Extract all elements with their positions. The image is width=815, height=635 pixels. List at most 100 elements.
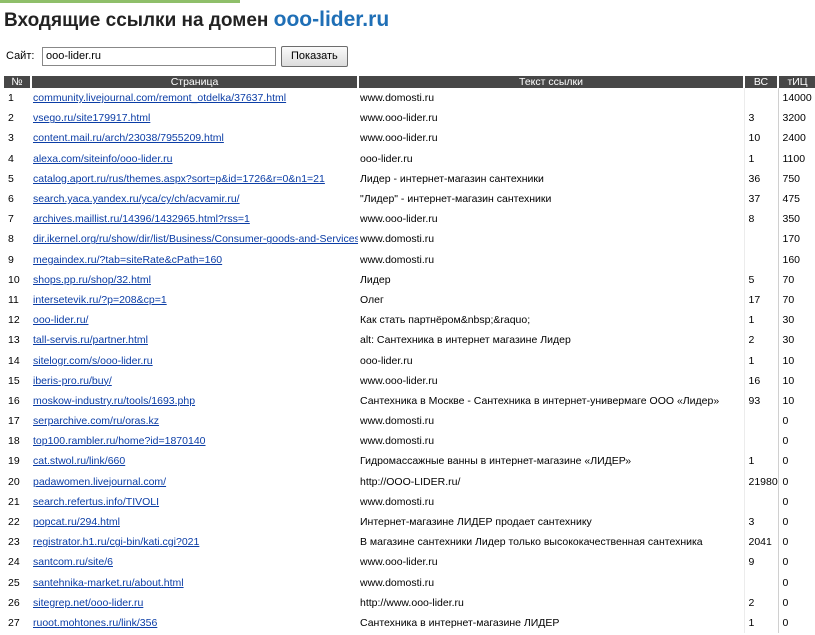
bc-cell: 2 <box>743 330 778 351</box>
table-row: 27 ruoot.mohtones.ru/link/356 Сантехника в… <box>4 612 815 634</box>
page-link[interactable]: megaindex.ru/?tab=siteRate&cPath=160 <box>33 254 222 266</box>
table-row: 3 content.mail.ru/arch/23038/7955209.html… <box>4 128 815 149</box>
site-label: Сайт: <box>6 50 35 62</box>
tic-cell: 0 <box>777 552 815 573</box>
table-row: 10 shops.pp.ru/shop/32.html Лидер 5 70 <box>4 269 815 290</box>
table-row: 1 community.livejournal.com/remont_otdelk… <box>4 88 815 109</box>
page-link[interactable]: archives.maillist.ru/14396/1432965.html?… <box>33 213 250 225</box>
bc-cell <box>743 431 778 452</box>
page-link[interactable]: ooo-lider.ru/ <box>33 314 88 326</box>
page-link[interactable]: shops.pp.ru/shop/32.html <box>33 274 151 286</box>
tic-cell: 0 <box>777 612 815 634</box>
tic-cell: 2400 <box>777 128 815 149</box>
page-link[interactable]: santehnika-market.ru/about.html <box>33 577 184 589</box>
table-row: 12 ooo-lider.ru/Как стать партнёром&nbsp;… <box>4 310 815 331</box>
table-row: 5 catalog.aport.ru/rus/themes.aspx?sort=p… <box>4 168 815 189</box>
page-cell: ooo-lider.ru/ <box>31 310 358 330</box>
show-button[interactable]: Показать <box>281 45 348 67</box>
page-cell: megaindex.ru/?tab=siteRate&cPath=160 <box>31 250 358 270</box>
bc-cell <box>743 411 778 432</box>
bc-cell: 21980 <box>743 471 778 492</box>
site-input[interactable] <box>42 46 276 66</box>
top-accent-strip <box>0 0 240 3</box>
link-text-cell: Как стать партнёром&nbsp;&raquo; <box>360 314 531 327</box>
link-text-cell: Сантехника в Москве - Сантехника в интер… <box>360 394 720 407</box>
page-link[interactable]: search.yaca.yandex.ru/yca/cy/ch/acvamir.… <box>33 193 240 205</box>
page-link[interactable]: popcat.ru/294.html <box>33 516 120 528</box>
tic-cell: 70 <box>777 289 815 311</box>
row-number: 25 <box>8 576 20 589</box>
table-row: 8 dir.ikernel.org/ru/show/dir/list/Busine… <box>4 229 815 250</box>
page-cell: top100.rambler.ru/home?id=1870140 <box>31 431 358 451</box>
page-link[interactable]: dir.ikernel.org/ru/show/dir/list/Busines… <box>33 233 358 245</box>
link-text-cell: www.ooo-lider.ru <box>360 213 438 226</box>
column-header-bc[interactable]: ВС <box>744 76 779 88</box>
link-text-cell: www.domosti.ru <box>360 435 435 448</box>
tic-cell: 160 <box>777 249 815 270</box>
backlinks-table: № Страница Текст ссылки ВС тИЦ 1 communit… <box>4 76 815 634</box>
tic-cell: 14000 <box>777 88 815 109</box>
page-cell: search.refertus.info/TIVOLI <box>31 492 358 512</box>
page-cell: ruoot.mohtones.ru/link/356 <box>31 613 358 633</box>
bc-cell: 10 <box>743 128 778 149</box>
bc-cell: 3 <box>743 511 778 533</box>
row-number: 17 <box>8 415 20 428</box>
row-number: 22 <box>8 516 20 529</box>
page-cell: sitegrep.net/ooo-lider.ru <box>31 593 358 613</box>
page-link[interactable]: intersetevik.ru/?p=208&cp=1 <box>33 294 167 306</box>
column-header-tic[interactable]: тИЦ <box>778 76 815 88</box>
column-header-link-text[interactable]: Текст ссылки <box>358 76 745 88</box>
page-link[interactable]: vsego.ru/site179917.html <box>33 112 150 124</box>
page-link[interactable]: cat.stwol.ru/link/660 <box>33 455 125 467</box>
page-cell: intersetevik.ru/?p=208&cp=1 <box>31 290 358 310</box>
page-link[interactable]: community.livejournal.com/remont_otdelka… <box>33 92 286 104</box>
tic-cell: 0 <box>777 532 815 553</box>
tic-cell: 0 <box>777 431 815 452</box>
page-link[interactable]: top100.rambler.ru/home?id=1870140 <box>33 435 206 447</box>
table-row: 21 search.refertus.info/TIVOLI www.domosti… <box>4 491 815 512</box>
page-link[interactable]: ruoot.mohtones.ru/link/356 <box>33 617 157 629</box>
table-row: 7 archives.maillist.ru/14396/1432965.html… <box>4 209 815 230</box>
bc-cell: 2041 <box>743 532 778 553</box>
tic-cell: 750 <box>777 168 815 189</box>
page-link[interactable]: tall-servis.ru/partner.html <box>33 334 148 346</box>
page-link[interactable]: serparchive.com/ru/oras.kz <box>33 415 159 427</box>
page-link[interactable]: search.refertus.info/TIVOLI <box>33 496 159 508</box>
page-link[interactable]: padawomen.livejournal.com/ <box>33 476 166 488</box>
table-row: 23 registrator.h1.ru/cgi-bin/kati.cgi?021… <box>4 532 815 553</box>
tic-cell: 0 <box>777 491 815 512</box>
page-link[interactable]: alexa.com/siteinfo/ooo-lider.ru <box>33 153 173 165</box>
page-link[interactable]: registrator.h1.ru/cgi-bin/kati.cgi?021 <box>33 536 199 548</box>
link-text-cell: Лидер <box>360 273 391 286</box>
row-number: 7 <box>8 213 14 226</box>
row-number: 27 <box>8 616 20 629</box>
tic-cell: 0 <box>777 592 815 613</box>
table-header-row: № Страница Текст ссылки ВС тИЦ <box>4 76 815 88</box>
row-number: 16 <box>8 394 20 407</box>
row-number: 4 <box>8 152 14 165</box>
table-row: 11 intersetevik.ru/?p=208&cp=1 Олег 17 70 <box>4 289 815 311</box>
bc-cell: 1 <box>743 148 778 169</box>
link-text-cell: http://OOO-LIDER.ru/ <box>360 475 461 488</box>
table-row: 13 tall-servis.ru/partner.html alt: Сантех… <box>4 330 815 351</box>
page-link[interactable]: content.mail.ru/arch/23038/7955209.html <box>33 132 224 144</box>
page-link[interactable]: santcom.ru/site/6 <box>33 556 113 568</box>
page-link[interactable]: sitegrep.net/ooo-lider.ru <box>33 597 143 609</box>
page-link[interactable]: moskow-industry.ru/tools/1693.php <box>33 395 195 407</box>
page-cell: iberis-pro.ru/buy/ <box>31 371 358 391</box>
page-cell: catalog.aport.ru/rus/themes.aspx?sort=p&… <box>31 169 358 189</box>
bc-cell <box>743 572 778 593</box>
bc-cell <box>743 249 778 270</box>
table-row: 20 padawomen.livejournal.com/http://OOO-L… <box>4 471 815 492</box>
bc-cell: 2 <box>743 592 778 613</box>
column-header-page[interactable]: Страница <box>31 76 359 88</box>
page-link[interactable]: sitelogr.com/s/ooo-lider.ru <box>33 355 153 367</box>
link-text-cell: www.ooo-lider.ru <box>360 132 438 145</box>
link-text-cell: www.domosti.ru <box>360 576 435 589</box>
table-row: 17 serparchive.com/ru/oras.kz www.domosti.… <box>4 411 815 432</box>
page-link[interactable]: catalog.aport.ru/rus/themes.aspx?sort=p&… <box>33 173 325 185</box>
page-link[interactable]: iberis-pro.ru/buy/ <box>33 375 112 387</box>
link-text-cell: alt: Сантехника в интернет магазине Лиде… <box>360 334 571 347</box>
row-number: 24 <box>8 556 20 569</box>
table-row: 26 sitegrep.net/ooo-lider.ru http://www.oo… <box>4 592 815 613</box>
